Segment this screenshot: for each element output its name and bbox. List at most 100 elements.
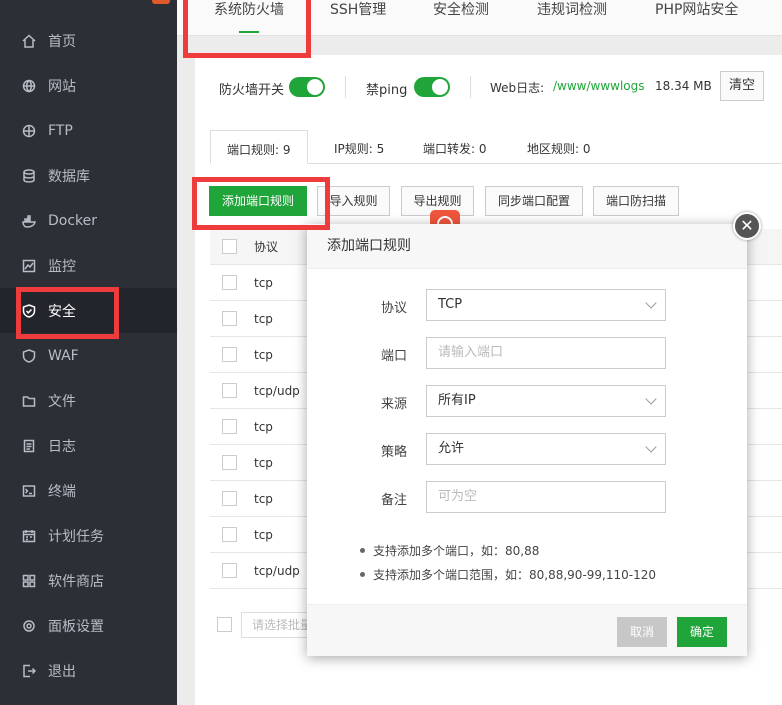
sidebar-item-files[interactable]: 文件: [0, 378, 177, 423]
sidebar-item-label: 首页: [48, 33, 76, 50]
tab-php-security[interactable]: PHP网站安全: [655, 0, 738, 36]
subtab-region-rules[interactable]: 地区规则: 0: [527, 130, 591, 164]
sidebar-item-docker[interactable]: Docker: [0, 198, 177, 243]
sidebar-item-settings[interactable]: 面板设置: [0, 603, 177, 648]
sidebar-item-label: 文件: [48, 393, 76, 410]
sidebar-item-logout[interactable]: 退出: [0, 648, 177, 693]
tip-multi-port: 支持添加多个端口，如：80,88: [359, 544, 540, 558]
sidebar-item-cron[interactable]: 计划任务: [0, 513, 177, 558]
waf-icon: [22, 348, 36, 363]
protocol-cell: tcp: [254, 492, 273, 506]
port-anti-scan-button[interactable]: 端口防扫描: [593, 186, 679, 216]
top-tabs: 系统防火墙 SSH管理 安全检测 违规词检测 PHP网站安全: [177, 0, 782, 36]
subtab-port-rules[interactable]: 端口规则: 9: [210, 130, 308, 164]
firewall-switch-label: 防火墙开关: [219, 83, 285, 98]
sidebar-item-website[interactable]: 网站: [0, 63, 177, 108]
sidebar-item-label: 退出: [48, 663, 76, 680]
sidebar-item-label: 计划任务: [48, 528, 104, 545]
confirm-button[interactable]: 确定: [677, 617, 727, 647]
source-label: 来源: [380, 397, 407, 412]
tab-ssh[interactable]: SSH管理: [330, 0, 386, 36]
ping-label: 禁ping: [366, 83, 408, 98]
docker-icon: [22, 214, 36, 228]
grid-icon: [22, 574, 36, 588]
notification-badge: [152, 0, 170, 4]
sidebar-item-label: WAF: [48, 347, 79, 364]
subtab-ip-rules[interactable]: IP规则: 5: [334, 130, 384, 164]
protocol-cell: tcp/udp: [254, 564, 300, 578]
port-input[interactable]: 请输入端口: [426, 337, 666, 369]
row-checkbox[interactable]: [222, 455, 237, 470]
row-checkbox[interactable]: [222, 491, 237, 506]
protocol-label: 协议: [380, 301, 407, 316]
tip-port-range: 支持添加多个端口范围，如：80,88,90-99,110-120: [360, 568, 656, 582]
add-port-rule-button[interactable]: 添加端口规则: [209, 186, 307, 216]
row-checkbox[interactable]: [222, 419, 237, 434]
active-tab-indicator: [239, 31, 259, 33]
import-rules-button[interactable]: 导入规则: [317, 186, 390, 216]
sidebar-item-label: 网站: [48, 78, 76, 95]
row-checkbox[interactable]: [222, 527, 237, 542]
firewall-toggle[interactable]: [289, 77, 325, 97]
clear-log-button[interactable]: 清空: [720, 71, 764, 101]
protocol-cell: tcp: [254, 420, 273, 434]
policy-label: 策略: [380, 445, 407, 460]
sidebar-item-logs[interactable]: 日志: [0, 423, 177, 468]
policy-value: 允许: [438, 441, 465, 456]
sidebar-item-label: 终端: [48, 483, 76, 500]
port-label: 端口: [380, 349, 407, 364]
footer-select-all-checkbox[interactable]: [217, 617, 232, 632]
ping-toggle[interactable]: [414, 77, 450, 97]
divider: [470, 76, 471, 98]
globe-icon: [22, 79, 36, 93]
policy-select[interactable]: 允许: [426, 433, 666, 465]
tab-security-check[interactable]: 安全检测: [433, 0, 489, 36]
sidebar-item-label: 软件商店: [48, 573, 104, 590]
home-icon: [22, 33, 36, 48]
sidebar-item-label: 安全: [48, 303, 76, 320]
sidebar-item-label: FTP: [48, 122, 73, 139]
sidebar-item-store[interactable]: 软件商店: [0, 558, 177, 603]
monitor-icon: [22, 259, 36, 273]
divider: [345, 76, 346, 98]
sidebar: 首页 网站 FTP 数据库 Docker 监控 安全 WAF 文件 日志 终端: [0, 0, 177, 705]
select-all-checkbox[interactable]: [222, 239, 237, 254]
sidebar-item-label: 数据库: [48, 168, 90, 185]
sidebar-item-label: Docker: [48, 212, 98, 229]
sidebar-item-ftp[interactable]: FTP: [0, 108, 177, 153]
weblog-path-link[interactable]: /www/wwwlogs: [553, 79, 645, 93]
protocol-cell: tcp: [254, 276, 273, 290]
row-checkbox[interactable]: [222, 563, 237, 578]
row-checkbox[interactable]: [222, 275, 237, 290]
sidebar-item-database[interactable]: 数据库: [0, 153, 177, 198]
protocol-cell: tcp: [254, 528, 273, 542]
sidebar-item-home[interactable]: 首页: [0, 18, 177, 63]
source-select[interactable]: 所有IP: [426, 385, 666, 417]
sidebar-item-waf[interactable]: WAF: [0, 333, 177, 378]
protocol-cell: tcp: [254, 312, 273, 326]
sync-port-config-button[interactable]: 同步端口配置: [485, 186, 583, 216]
protocol-select[interactable]: TCP: [426, 289, 666, 321]
row-checkbox[interactable]: [222, 347, 237, 362]
dialog-footer: 取消 确定: [307, 604, 747, 656]
cancel-button[interactable]: 取消: [617, 617, 667, 647]
protocol-cell: tcp/udp: [254, 384, 300, 398]
sidebar-item-monitor[interactable]: 监控: [0, 243, 177, 288]
close-icon[interactable]: ✕: [733, 212, 761, 240]
subtab-port-forward[interactable]: 端口转发: 0: [423, 130, 487, 164]
row-checkbox[interactable]: [222, 383, 237, 398]
folder-icon: [22, 394, 36, 408]
chevron-down-icon: [645, 297, 657, 309]
sidebar-item-terminal[interactable]: 终端: [0, 468, 177, 513]
column-protocol: 协议: [254, 240, 279, 254]
row-checkbox[interactable]: [222, 311, 237, 326]
protocol-cell: tcp: [254, 348, 273, 362]
remark-label: 备注: [380, 493, 407, 508]
remark-input[interactable]: 可为空: [426, 481, 666, 513]
shield-icon: [22, 303, 36, 318]
chevron-down-icon: [645, 441, 657, 453]
sidebar-item-label: 日志: [48, 438, 76, 455]
sidebar-item-security[interactable]: 安全: [0, 288, 177, 333]
tab-banned-words[interactable]: 违规词检测: [537, 0, 607, 36]
log-icon: [22, 439, 36, 453]
